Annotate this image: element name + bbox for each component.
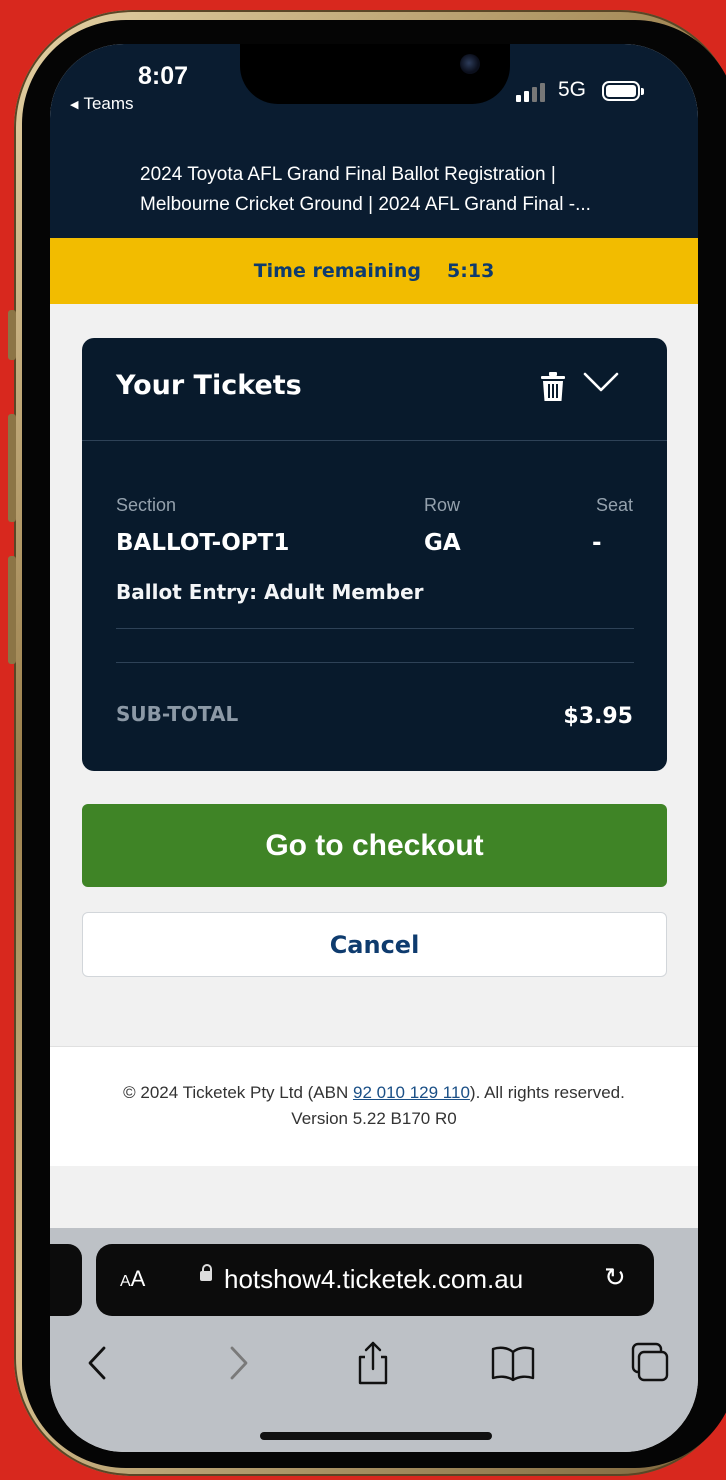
network-type: 5G <box>558 78 587 101</box>
back-chevron-icon[interactable] <box>72 1338 122 1388</box>
event-title-line-2: Melbourne Cricket Ground | 2024 AFL Gran… <box>140 194 591 215</box>
notch <box>240 44 510 104</box>
phone-screen: 8:07 ◀ Teams 5G 2024 Toyota AFL Grand Fin… <box>50 44 698 1452</box>
text-size-button[interactable]: AA <box>120 1266 145 1292</box>
timer-value: 5:13 <box>447 260 495 282</box>
cancel-button[interactable]: Cancel <box>82 912 667 977</box>
ticket-divider <box>116 628 634 629</box>
version-text: Version 5.22 B170 R0 <box>291 1109 457 1128</box>
copyright-suffix: ). All rights reserved. <box>469 1083 625 1102</box>
url-text: hotshow4.ticketek.com.au <box>224 1264 524 1294</box>
previous-tab-preview[interactable] <box>50 1244 82 1316</box>
page-footer: © 2024 Ticketek Pty Ltd (ABN 92 010 129 … <box>50 1046 698 1167</box>
back-triangle-icon: ◀ <box>70 99 79 111</box>
your-tickets-card: Your Tickets Section Row Seat BALLOT-OPT… <box>82 338 667 771</box>
seat-label: Seat <box>595 495 633 515</box>
back-to-app-link[interactable]: ◀ Teams <box>70 94 134 114</box>
card-header-divider <box>82 440 667 441</box>
seat-value: - <box>592 530 602 556</box>
forward-chevron-icon[interactable] <box>214 1338 264 1388</box>
timer-label: Time remaining <box>253 260 422 282</box>
abn-link[interactable]: 92 010 129 110 <box>353 1083 470 1102</box>
page-bottom-space <box>50 1166 698 1228</box>
subtotal-value: $3.95 <box>563 704 633 729</box>
share-icon[interactable] <box>348 1338 398 1388</box>
volume-up-button <box>8 414 16 522</box>
row-label: Row <box>424 495 461 515</box>
copyright-line: © 2024 Ticketek Pty Ltd (ABN 92 010 129 … <box>50 1083 698 1103</box>
back-app-label: Teams <box>83 94 134 113</box>
time-remaining-banner: Time remaining 5:13 <box>50 238 698 304</box>
go-to-checkout-button[interactable]: Go to checkout <box>82 804 667 887</box>
trash-icon[interactable] <box>540 372 566 402</box>
event-title-line-1: 2024 Toyota AFL Grand Final Ballot Regis… <box>140 164 556 185</box>
mute-switch <box>8 310 16 360</box>
bookmarks-icon[interactable] <box>488 1338 538 1388</box>
volume-down-button <box>8 556 16 664</box>
row-value: GA <box>424 530 461 556</box>
card-title: Your Tickets <box>116 370 302 401</box>
event-title: 2024 Toyota AFL Grand Final Ballot Regis… <box>140 160 660 220</box>
battery-icon <box>602 81 644 101</box>
front-camera <box>460 54 480 74</box>
subtotal-label: SUB-TOTAL <box>116 702 239 726</box>
copyright-prefix: © 2024 Ticketek Pty Ltd (ABN <box>123 1083 353 1102</box>
safari-bottom-bar: AA hotshow4.ticketek.com.au ↻ <box>50 1228 698 1452</box>
cellular-signal-icon <box>516 83 550 102</box>
chevron-down-icon[interactable] <box>582 370 620 394</box>
section-label: Section <box>116 495 177 515</box>
reload-icon[interactable]: ↻ <box>604 1262 626 1293</box>
home-indicator[interactable] <box>260 1432 492 1440</box>
lock-icon <box>200 1264 212 1281</box>
status-time: 8:07 <box>138 62 189 90</box>
subtotal-divider <box>116 662 634 663</box>
address-bar[interactable]: AA hotshow4.ticketek.com.au ↻ <box>96 1244 654 1316</box>
ticket-type: Ballot Entry: Adult Member <box>116 580 424 604</box>
section-value: BALLOT-OPT1 <box>116 530 290 556</box>
tabs-icon[interactable] <box>624 1338 674 1388</box>
